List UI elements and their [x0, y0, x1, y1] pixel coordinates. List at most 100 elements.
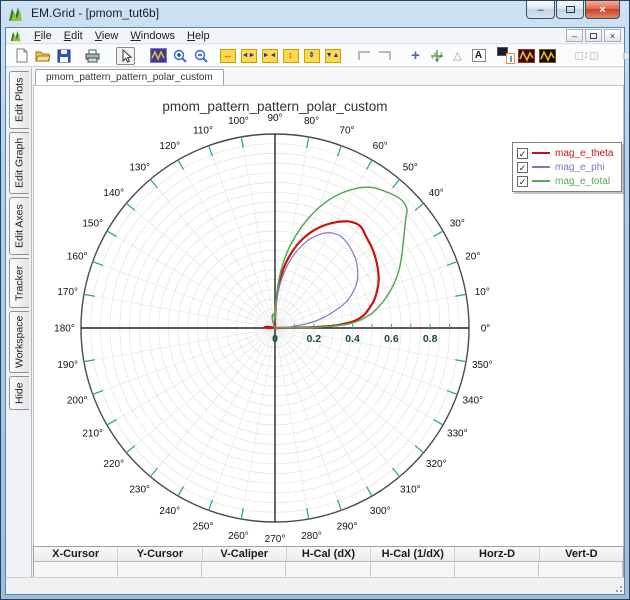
zoom-out-button[interactable] — [191, 47, 210, 65]
align-vertical-button[interactable]: ↕ — [567, 47, 605, 65]
pan-y-button[interactable]: ⇕ — [302, 47, 321, 65]
legend-swatch — [532, 166, 550, 168]
title-bar: EM.Grid - [pmom_tut6b] – × — [1, 1, 629, 27]
legend-label: mag_e_phi — [555, 162, 604, 173]
angle-label: 100° — [228, 116, 249, 127]
new-file-button[interactable] — [12, 47, 31, 65]
angle-label: 220° — [103, 459, 124, 470]
plot-dark-icon — [539, 49, 556, 63]
pan-x-button[interactable]: ◄► — [239, 47, 258, 65]
open-file-button[interactable] — [33, 47, 52, 65]
readout-header: X-Cursor — [34, 547, 118, 561]
print-button[interactable] — [83, 47, 102, 65]
printer-icon — [85, 49, 100, 63]
angle-label: 290° — [337, 521, 358, 532]
axes-tool-button[interactable] — [427, 47, 446, 65]
overlay-plot-icon — [497, 47, 515, 64]
legend-label: mag_e_total — [555, 176, 610, 187]
sidebar-tab-hide[interactable]: Hide — [9, 376, 29, 410]
shrink-x-button[interactable]: ►◄ — [260, 47, 279, 65]
angle-label: 0° — [481, 324, 491, 335]
readout-header: V-Caliper — [203, 547, 287, 561]
menu-help[interactable]: Help — [181, 29, 216, 43]
align-horizontal-button[interactable]: ↔ — [615, 47, 630, 65]
maximize-icon — [566, 6, 575, 13]
readout-value — [202, 562, 286, 577]
sidebar-tab-workspace[interactable]: Workspace — [9, 311, 29, 373]
readout-value — [539, 562, 623, 577]
angle-label: 10° — [475, 287, 490, 298]
zoom-out-icon — [194, 49, 208, 63]
crosshair-button[interactable]: + — [406, 47, 425, 65]
angle-label: 60° — [373, 141, 388, 152]
readout-header: Y-Cursor — [118, 547, 202, 561]
legend-row: ✓ mag_e_total — [517, 174, 613, 188]
legend-checkbox-mag_e_phi[interactable]: ✓ — [517, 162, 528, 173]
align-horizontal-icon: ↔ — [623, 51, 630, 61]
angle-label: 320° — [426, 459, 447, 470]
menu-file[interactable]: File — [28, 29, 58, 43]
corner-select-button[interactable] — [354, 47, 373, 65]
angle-label: 240° — [159, 506, 180, 517]
angle-label: 160° — [67, 252, 88, 263]
overlay-plot-button[interactable] — [496, 47, 515, 65]
text-tool-button[interactable]: A — [469, 47, 488, 65]
minimize-button[interactable]: – — [526, 1, 555, 19]
angle-label: 50° — [403, 162, 418, 173]
plot-style-dark-button[interactable] — [538, 47, 557, 65]
mdi-close-button[interactable]: × — [604, 29, 621, 42]
readout-value — [371, 562, 455, 577]
save-icon — [57, 49, 71, 63]
legend-label: mag_e_theta — [555, 148, 613, 159]
readout-value — [34, 562, 118, 577]
pointer-icon — [120, 49, 132, 63]
r-axis-label: 0.8 — [423, 333, 438, 345]
shrink-x-icon: ►◄ — [262, 49, 278, 63]
menu-view[interactable]: View — [89, 29, 125, 43]
legend-row: ✓ mag_e_theta — [517, 146, 613, 160]
angle-label: 30° — [450, 218, 465, 229]
maximize-button[interactable] — [556, 1, 584, 19]
client-area: File Edit View Windows Help – × — [5, 27, 625, 595]
sidebar-tab-edit-axes[interactable]: Edit Axes — [9, 197, 29, 255]
angle-label: 300° — [370, 506, 391, 517]
mdi-restore-button[interactable] — [585, 29, 602, 42]
angle-label: 70° — [339, 126, 354, 137]
corner-select-2-button[interactable] — [375, 47, 394, 65]
series-mag_e_theta — [265, 221, 379, 328]
slope-tool-button[interactable]: △ — [448, 47, 467, 65]
angle-label: 260° — [228, 531, 249, 542]
zoom-box-button[interactable] — [149, 47, 168, 65]
sidebar-tab-edit-graph[interactable]: Edit Graph — [9, 132, 29, 194]
readout-value — [455, 562, 539, 577]
readout-header: H-Cal (dX) — [287, 547, 371, 561]
legend-checkbox-mag_e_theta[interactable]: ✓ — [517, 148, 528, 159]
toolbar: ↔ ◄► ►◄ ↕ ⇕ ▼▲ + △ A ↕ — [6, 45, 624, 67]
mdi-minimize-button[interactable]: – — [566, 29, 583, 42]
zoom-in-button[interactable] — [170, 47, 189, 65]
sidebar-tab-edit-plots[interactable]: Edit Plots — [9, 71, 29, 129]
resize-grip[interactable] — [613, 583, 623, 593]
menu-edit[interactable]: Edit — [58, 29, 89, 43]
angle-label: 180° — [54, 324, 75, 335]
expand-x-button[interactable]: ↔ — [218, 47, 237, 65]
angle-label: 40° — [429, 188, 444, 199]
pointer-tool-button[interactable] — [116, 47, 135, 65]
plot-area[interactable]: pmom_pattern_pattern_polar_custom 00.20.… — [33, 85, 624, 546]
sidebar-tab-tracker[interactable]: Tracker — [9, 258, 29, 308]
save-file-button[interactable] — [54, 47, 73, 65]
restore-icon — [590, 33, 597, 39]
expand-y-icon: ↕ — [283, 49, 299, 63]
app-logo-icon — [8, 6, 24, 22]
legend-checkbox-mag_e_total[interactable]: ✓ — [517, 176, 528, 187]
document-tab[interactable]: pmom_pattern_pattern_polar_custom — [35, 69, 224, 85]
angle-label: 200° — [67, 395, 88, 406]
work-area: Edit Plots Edit Graph Edit Axes Tracker … — [6, 68, 624, 577]
menu-windows[interactable]: Windows — [124, 29, 181, 43]
plot-style-red-button[interactable] — [517, 47, 536, 65]
axes-tool-icon — [429, 48, 445, 63]
readout-header-row: X-CursorY-CursorV-CaliperH-Cal (dX)H-Cal… — [34, 547, 623, 562]
expand-y-button[interactable]: ↕ — [281, 47, 300, 65]
close-button[interactable]: × — [585, 1, 620, 19]
shrink-y-button[interactable]: ▼▲ — [323, 47, 342, 65]
